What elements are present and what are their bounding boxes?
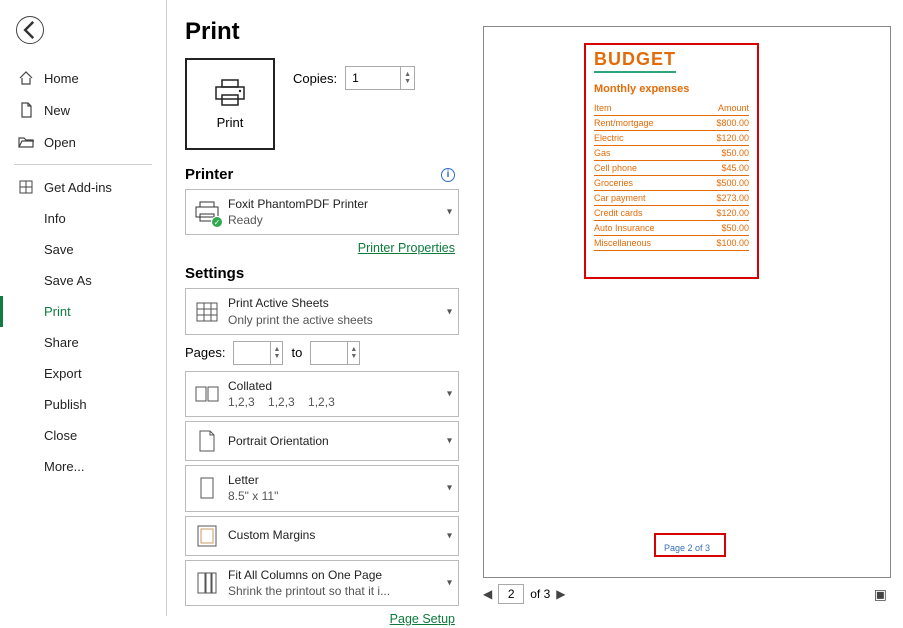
chevron-down-icon: ▾ (447, 483, 452, 494)
chevron-down-icon: ▾ (447, 436, 452, 447)
print-button[interactable]: Print (185, 58, 275, 150)
copies-label: Copies: (293, 71, 337, 86)
opt-title: Collated (228, 378, 335, 394)
copies-input[interactable]: ▲▼ (345, 66, 415, 90)
print-button-label: Print (217, 115, 244, 130)
spinner-arrows-icon[interactable]: ▲▼ (270, 342, 282, 364)
chevron-down-icon: ▾ (447, 306, 452, 317)
opt-sub: Shrink the printout so that it i... (228, 583, 390, 599)
sidebar-item-open[interactable]: Open (0, 126, 166, 158)
sidebar-item-close[interactable]: Close (0, 420, 166, 451)
page-setup-link[interactable]: Page Setup (390, 612, 455, 626)
addins-icon (18, 179, 34, 195)
option-collate[interactable]: Collated1,2,3 1,2,3 1,2,3 ▾ (185, 371, 459, 417)
chevron-down-icon: ▾ (447, 388, 452, 399)
sidebar-item-addins[interactable]: Get Add-ins (0, 171, 166, 203)
highlight-box (654, 533, 726, 557)
sidebar-item-print[interactable]: Print (0, 296, 166, 327)
chevron-down-icon: ▾ (447, 530, 452, 541)
chevron-down-icon: ▾ (447, 207, 452, 218)
collate-icon (195, 385, 219, 403)
sidebar-item-publish[interactable]: Publish (0, 389, 166, 420)
option-orientation[interactable]: Portrait Orientation ▾ (185, 421, 459, 461)
sidebar-label: Share (44, 335, 79, 350)
sidebar-divider (14, 164, 152, 165)
check-icon: ✓ (211, 216, 223, 228)
sidebar-label: Save As (44, 273, 92, 288)
sidebar-item-home[interactable]: Home (0, 62, 166, 94)
to-label: to (291, 345, 302, 360)
page-title: Print (185, 18, 459, 46)
settings-heading: Settings (185, 265, 244, 282)
sidebar-label: Export (44, 366, 82, 381)
sidebar-label: Open (44, 135, 76, 150)
sidebar-label: Publish (44, 397, 87, 412)
sidebar-item-more[interactable]: More... (0, 451, 166, 482)
sidebar-item-save[interactable]: Save (0, 234, 166, 265)
backstage-sidebar: Home New Open Get Add-ins Info Save Save… (0, 0, 167, 616)
printer-selector[interactable]: ✓ Foxit PhantomPDF Printer Ready ▾ (185, 189, 459, 235)
option-scaling[interactable]: Fit All Columns on One PageShrink the pr… (185, 560, 459, 606)
highlight-box (584, 43, 759, 279)
preview-frame: BUDGET Monthly expenses Item Amount Rent… (483, 26, 891, 578)
opt-sub: 8.5" x 11" (228, 488, 278, 504)
option-margins[interactable]: Custom Margins ▾ (185, 516, 459, 556)
portrait-icon (198, 430, 216, 452)
new-icon (18, 102, 34, 118)
sidebar-item-export[interactable]: Export (0, 358, 166, 389)
sidebar-label: Info (44, 211, 66, 226)
sidebar-item-new[interactable]: New (0, 94, 166, 126)
sidebar-label: More... (44, 459, 84, 474)
opt-sub: Only print the active sheets (228, 312, 373, 328)
opt-title: Letter (228, 472, 278, 488)
next-page-button[interactable]: ▶ (556, 587, 565, 601)
copies-field[interactable] (346, 67, 400, 89)
open-icon (18, 134, 34, 150)
page-number-input[interactable] (498, 584, 524, 604)
spinner-arrows-icon[interactable]: ▲▼ (347, 342, 359, 364)
opt-sub: 1,2,3 1,2,3 1,2,3 (228, 394, 335, 410)
sidebar-label: Get Add-ins (44, 180, 112, 195)
printer-status: Ready (228, 212, 368, 228)
page-total: of 3 (530, 587, 550, 601)
pages-to-input[interactable]: ▲▼ (310, 341, 360, 365)
sidebar-item-info[interactable]: Info (0, 203, 166, 234)
sidebar-item-share[interactable]: Share (0, 327, 166, 358)
chevron-down-icon: ▾ (447, 577, 452, 588)
sidebar-label: Print (44, 304, 71, 319)
home-icon (18, 70, 34, 86)
opt-title: Custom Margins (228, 527, 315, 543)
sidebar-label: Close (44, 428, 77, 443)
preview-page: BUDGET Monthly expenses Item Amount Rent… (494, 37, 880, 567)
printer-properties-link[interactable]: Printer Properties (358, 241, 455, 255)
sidebar-label: Home (44, 71, 79, 86)
zoom-to-page-button[interactable]: ▣ (874, 586, 887, 603)
printer-name: Foxit PhantomPDF Printer (228, 196, 368, 212)
opt-title: Fit All Columns on One Page (228, 567, 390, 583)
printer-heading: Printer (185, 166, 233, 183)
printer-icon (213, 79, 247, 107)
prev-page-button[interactable]: ◀ (483, 587, 492, 601)
sidebar-label: New (44, 103, 70, 118)
scale-icon (196, 572, 218, 594)
pages-label: Pages: (185, 345, 225, 360)
sidebar-label: Save (44, 242, 74, 257)
preview-nav: ◀ of 3 ▶ ▣ (483, 584, 891, 604)
option-paper[interactable]: Letter8.5" x 11" ▾ (185, 465, 459, 511)
back-button[interactable] (16, 16, 44, 44)
info-icon[interactable]: i (441, 168, 455, 182)
paper-icon (199, 477, 215, 499)
opt-title: Portrait Orientation (228, 433, 329, 449)
pages-from-input[interactable]: ▲▼ (233, 341, 283, 365)
opt-title: Print Active Sheets (228, 295, 373, 311)
print-preview-pane: BUDGET Monthly expenses Item Amount Rent… (467, 0, 903, 616)
sheets-icon (196, 302, 218, 322)
option-print-what[interactable]: Print Active SheetsOnly print the active… (185, 288, 459, 334)
print-panel: Print Print Copies: ▲▼ Printer i (167, 0, 467, 616)
spinner-arrows-icon[interactable]: ▲▼ (400, 67, 414, 89)
margins-icon (197, 525, 217, 547)
sidebar-item-saveas[interactable]: Save As (0, 265, 166, 296)
arrow-left-icon (17, 17, 43, 43)
